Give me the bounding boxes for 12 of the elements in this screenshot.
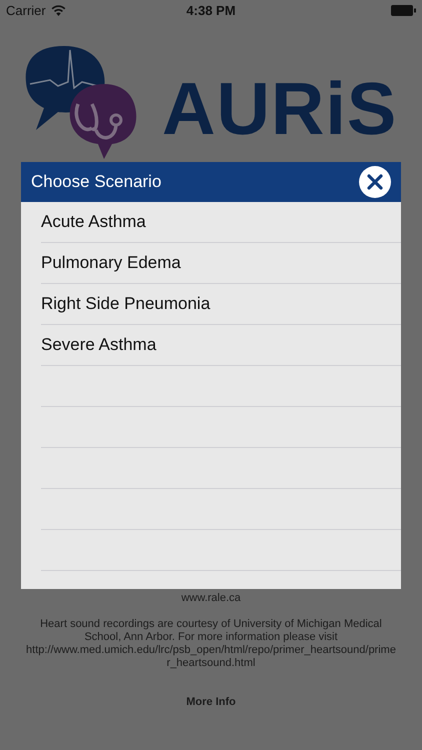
status-time: 4:38 PM [186, 2, 236, 18]
scenario-item[interactable]: Right Side Pneumonia [41, 294, 210, 314]
scenario-item[interactable]: Acute Asthma [41, 212, 146, 232]
scenario-item[interactable]: Severe Asthma [41, 335, 156, 355]
wifi-icon [50, 4, 66, 16]
scenario-item[interactable]: Pulmonary Edema [41, 253, 181, 273]
credit-text: Heart sound recordings are courtesy of University of Michigan Medical School, Ann Arbor. For more information please visit http://www.med.umich.edu/lrc/psb_open/html/repo/primer_heartsound/primer_heartsound.html [26, 618, 396, 670]
close-icon[interactable] [359, 166, 391, 198]
logo-wordmark: AURiS [162, 72, 398, 146]
dialog-title: Choose Scenario [31, 172, 162, 192]
carrier-label: Carrier [6, 2, 46, 18]
battery-icon [390, 4, 416, 16]
